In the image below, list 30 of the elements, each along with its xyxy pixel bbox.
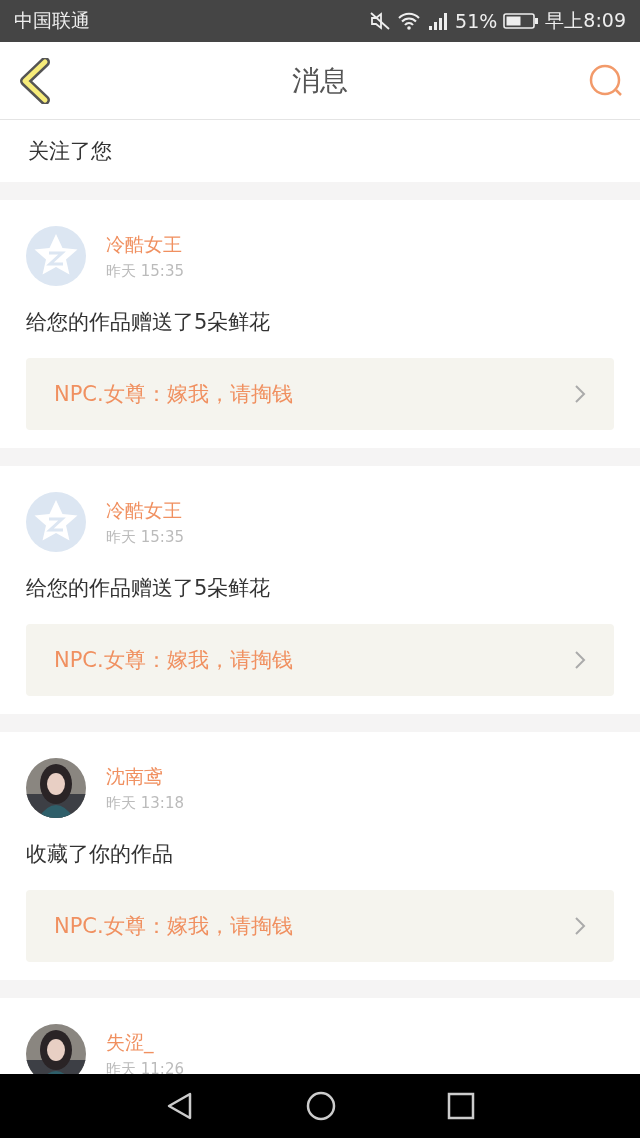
work-link[interactable]: NPC.女尊：嫁我，请掏钱 bbox=[26, 358, 614, 430]
user-name[interactable]: 冷酷女王 bbox=[106, 497, 182, 524]
carrier-name: 中国联通 bbox=[14, 8, 90, 33]
message-text: 收藏了你的作品 bbox=[26, 841, 174, 868]
message-text: 关注了您 bbox=[28, 138, 112, 165]
battery-icon bbox=[503, 12, 540, 30]
default-avatar-icon bbox=[26, 492, 86, 552]
signal-icon bbox=[427, 11, 450, 31]
timestamp: 昨天 13:18 bbox=[106, 793, 184, 813]
chevron-right-icon bbox=[574, 384, 586, 404]
chevron-right-icon bbox=[574, 916, 586, 936]
chevron-right-icon bbox=[574, 650, 586, 670]
work-link[interactable]: NPC.女尊：嫁我，请掏钱 bbox=[26, 624, 614, 696]
mute-icon bbox=[369, 11, 392, 31]
user-name[interactable]: 失涩_ bbox=[106, 1029, 154, 1056]
timestamp: 昨天 15:35 bbox=[106, 261, 184, 281]
home-icon[interactable] bbox=[305, 1090, 337, 1122]
user-name[interactable]: 沈南鸢 bbox=[106, 763, 163, 790]
wifi-icon bbox=[397, 11, 422, 31]
timestamp: 昨天 15:35 bbox=[106, 527, 184, 547]
battery-percentage: 51% bbox=[455, 10, 498, 32]
back-icon[interactable] bbox=[18, 57, 52, 104]
page-title: 消息 bbox=[292, 62, 348, 99]
clock-time: 早上8:09 bbox=[545, 8, 626, 33]
default-avatar-icon bbox=[26, 226, 86, 286]
user-name[interactable]: 冷酷女王 bbox=[106, 231, 182, 258]
work-link[interactable]: NPC.女尊：嫁我，请掏钱 bbox=[26, 890, 614, 962]
recents-icon[interactable] bbox=[447, 1092, 475, 1120]
message-text: 给您的作品赠送了5朵鲜花 bbox=[26, 309, 272, 336]
message-text: 给您的作品赠送了5朵鲜花 bbox=[26, 575, 272, 602]
